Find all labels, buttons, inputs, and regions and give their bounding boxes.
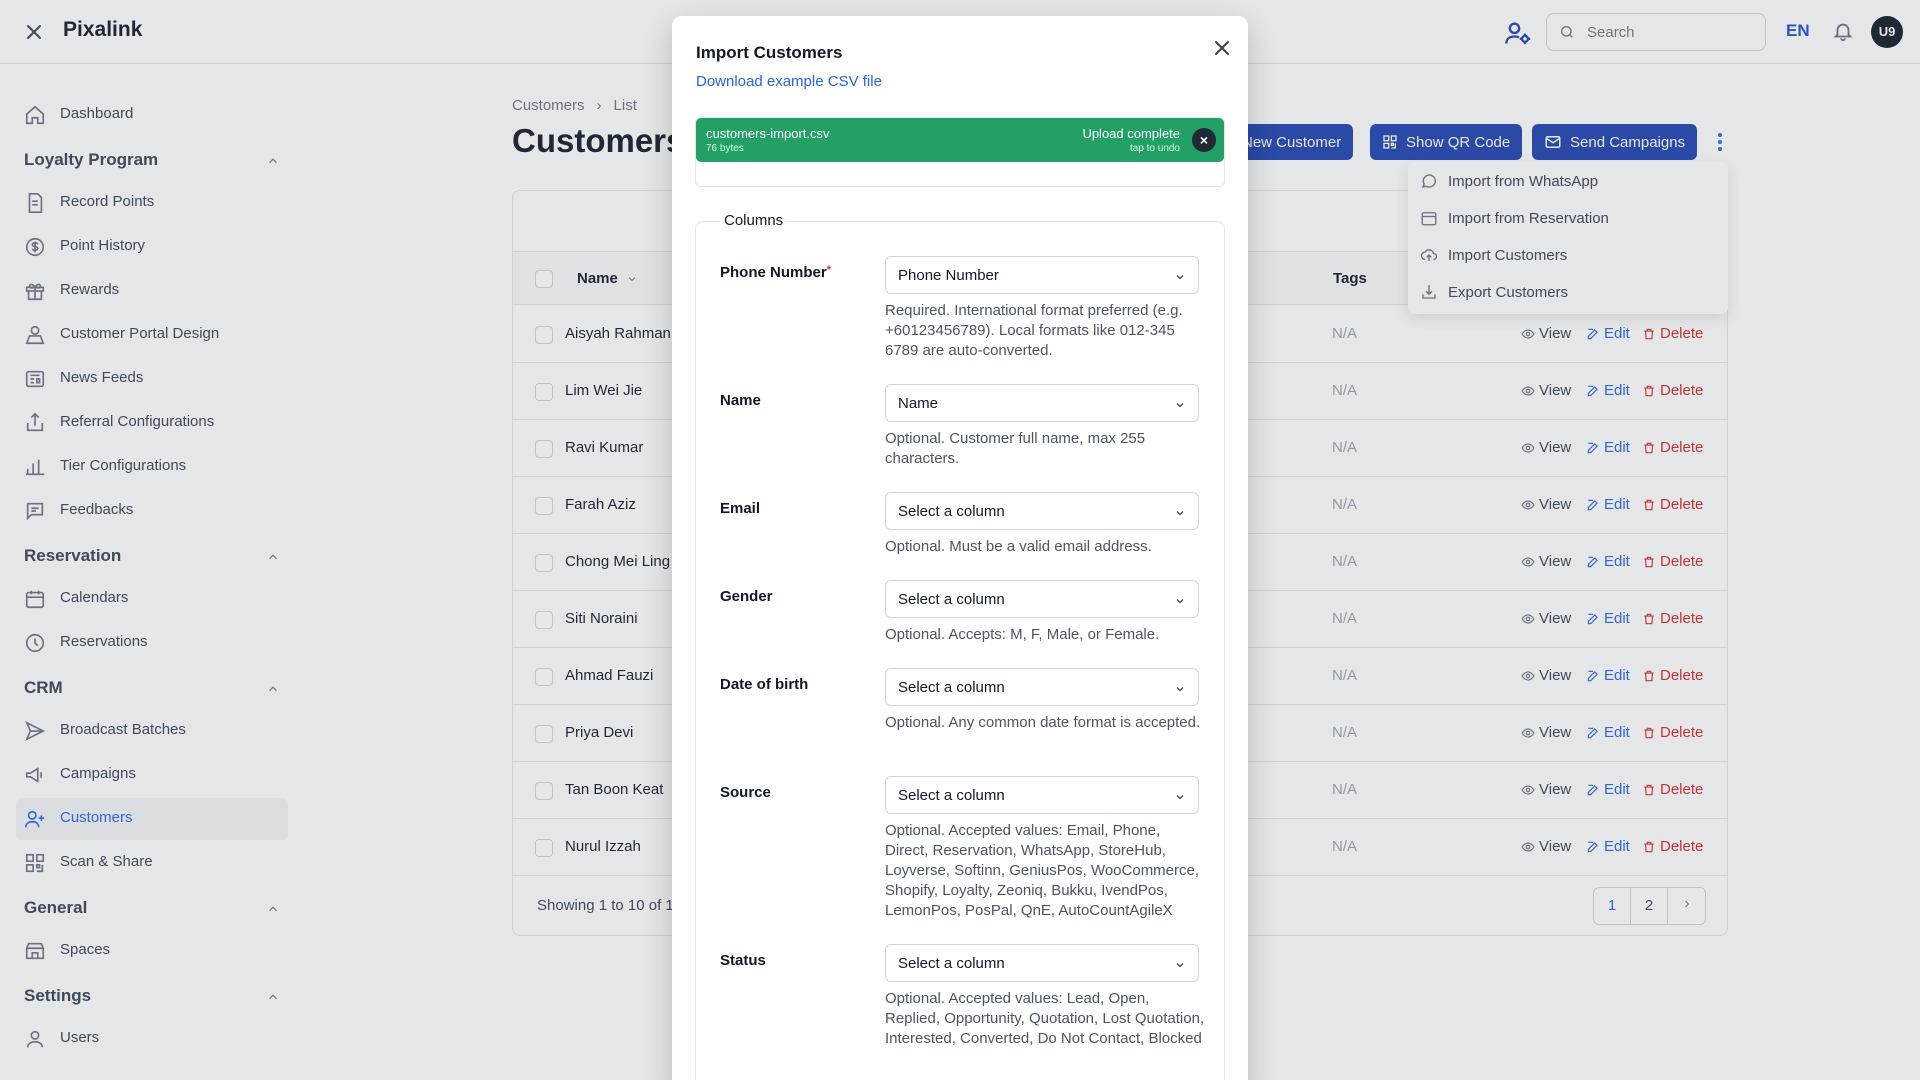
gender-label: Gender — [720, 588, 773, 605]
chevron-down-icon — [1176, 963, 1184, 968]
chevron-down-icon — [1176, 795, 1184, 800]
chevron-down-icon — [1176, 687, 1184, 692]
file-upload-area[interactable]: customers-import.csv 76 bytes Upload com… — [695, 117, 1225, 187]
select-value: Select a column — [898, 787, 1005, 804]
chevron-down-icon — [1176, 599, 1184, 604]
remove-file-button[interactable]: × — [1192, 128, 1216, 152]
download-example-csv-link[interactable]: Download example CSV file — [696, 73, 882, 90]
close-icon[interactable] — [1208, 34, 1236, 62]
status-label: Status — [720, 952, 766, 969]
uploaded-file-name: customers-import.csv — [706, 126, 830, 141]
chevron-down-icon — [1176, 275, 1184, 280]
modal-title: Import Customers — [696, 43, 843, 62]
name-help: Optional. Customer full name, max 255 ch… — [885, 430, 1146, 467]
select-value: Phone Number — [898, 267, 999, 284]
email-select[interactable]: Select a column — [885, 492, 1199, 530]
phone-number-select[interactable]: Phone Number — [885, 256, 1199, 294]
select-value: Select a column — [898, 955, 1005, 972]
source-label: Source — [720, 784, 771, 801]
name-label: Name — [720, 392, 761, 409]
undo-hint: tap to undo — [1129, 143, 1180, 154]
source-select[interactable]: Select a column — [885, 776, 1199, 814]
phone-number-help: Required. International format preferred… — [885, 302, 1183, 359]
upload-status: Upload complete — [1082, 126, 1180, 141]
gender-select[interactable]: Select a column — [885, 580, 1199, 618]
import-customers-modal: Import Customers Download example CSV fi… — [672, 16, 1248, 1080]
chevron-down-icon — [1176, 403, 1184, 408]
date-of-birth-select[interactable]: Select a column — [885, 668, 1199, 706]
phone-number-label: Phone Number* — [720, 264, 831, 281]
gender-help: Optional. Accepts: M, F, Male, or Female… — [885, 626, 1160, 643]
field-label-text: Phone Number — [720, 264, 827, 281]
select-value: Name — [898, 395, 939, 412]
uploaded-file-size: 76 bytes — [706, 143, 744, 154]
columns-legend: Columns — [720, 212, 788, 229]
chevron-down-icon — [1176, 511, 1184, 516]
name-select[interactable]: Name — [885, 384, 1199, 422]
status-select[interactable]: Select a column — [885, 944, 1199, 982]
uploaded-file-item: customers-import.csv 76 bytes Upload com… — [696, 118, 1224, 162]
select-value: Select a column — [898, 503, 1005, 520]
source-help: Optional. Accepted values: Email, Phone,… — [885, 822, 1200, 919]
select-value: Select a column — [898, 679, 1005, 696]
date-of-birth-help: Optional. Any common date format is acce… — [885, 714, 1201, 731]
required-mark: * — [826, 264, 831, 276]
select-value: Select a column — [898, 591, 1005, 608]
email-label: Email — [720, 500, 761, 517]
date-of-birth-label: Date of birth — [720, 676, 809, 693]
status-help: Optional. Accepted values: Lead, Open, R… — [885, 990, 1205, 1047]
email-help: Optional. Must be a valid email address. — [885, 538, 1152, 555]
